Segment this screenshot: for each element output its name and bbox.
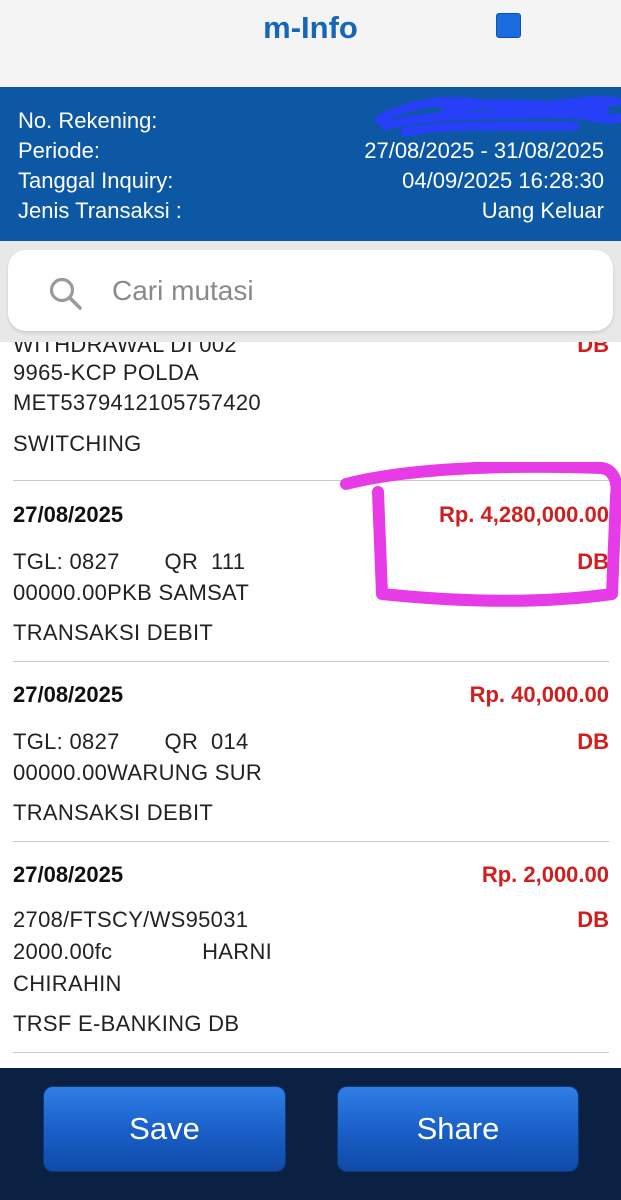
transaction-description: TGL: 0827 QR 014 [13, 729, 249, 754]
transaction-description: MET5379412105757420 [13, 390, 261, 415]
app-title: m-Info [263, 10, 358, 45]
transaction-description: 00000.00PKB SAMSAT [13, 580, 250, 605]
transaction-description: 9965-KCP POLDA [13, 360, 200, 385]
transaction-type-badge: DB [577, 907, 609, 932]
search-input[interactable] [112, 268, 592, 314]
transaction-amount: Rp. 40,000.00 [469, 682, 609, 707]
transaction-item[interactable]: 27/08/2025 Rp. 40,000.00 TGL: 0827 QR 01… [13, 662, 609, 842]
transaction-date: 27/08/2025 [13, 502, 124, 527]
redaction-scribble [375, 96, 621, 137]
transaction-description: TRANSAKSI DEBIT [13, 800, 214, 825]
transaction-description: WITHDRAWAL DI 002 [13, 342, 237, 357]
transaction-amount: Rp. 4,280,000.00 [438, 502, 609, 527]
search-area [0, 241, 621, 342]
info-row-period: Periode: 27/08/2025 - 31/08/2025 [18, 136, 604, 166]
transaction-description: TGL: 0827 QR 111 [13, 549, 246, 574]
transaction-type-badge: DB [577, 549, 609, 574]
transaction-description: TRANSAKSI DEBIT [13, 620, 214, 645]
transaction-date: 27/08/2025 [13, 682, 124, 707]
save-button[interactable]: Save [43, 1086, 286, 1172]
info-label: Tanggal Inquiry: [18, 168, 174, 193]
transaction-description: SWITCHING [13, 431, 142, 456]
info-row-transaction-type: Jenis Transaksi : Uang Keluar [18, 196, 604, 226]
transaction-description: 2708/FTSCY/WS95031 [13, 907, 249, 932]
transaction-item[interactable]: 27/08/2025 Rp. 2,000.00 2708/FTSCY/WS950… [13, 842, 609, 1053]
square-icon[interactable] [496, 13, 521, 38]
transaction-type-badge: DB [577, 342, 609, 357]
info-value: 04/09/2025 16:28:30 [402, 168, 604, 193]
top-bar: m-Info [0, 0, 621, 87]
info-label: Jenis Transaksi : [18, 198, 182, 223]
transaction-date: 27/08/2025 [13, 862, 124, 887]
info-label: Periode: [18, 138, 100, 163]
search-box[interactable] [8, 250, 613, 331]
transaction-description: 2000.00fc HARNI [13, 939, 273, 964]
transaction-description: 00000.00WARUNG SUR [13, 760, 263, 785]
info-label: No. Rekening: [18, 108, 158, 133]
info-value: 27/08/2025 - 31/08/2025 [364, 138, 604, 163]
share-button[interactable]: Share [337, 1086, 579, 1172]
transaction-amount: Rp. 2,000.00 [481, 862, 609, 887]
transaction-description: CHIRAHIN [13, 971, 122, 996]
info-value: Uang Keluar [481, 198, 604, 223]
info-row-inquiry-date: Tanggal Inquiry: 04/09/2025 16:28:30 [18, 166, 604, 196]
transaction-list[interactable]: WITHDRAWAL DI 002 DB 9965-KCP POLDA MET5… [0, 342, 621, 1068]
transaction-description: TRSF E-BANKING DB [13, 1011, 240, 1036]
transaction-type-badge: DB [577, 729, 609, 754]
transaction-item[interactable]: WITHDRAWAL DI 002 DB 9965-KCP POLDA MET5… [13, 342, 609, 481]
transaction-item[interactable]: 27/08/2025 Rp. 4,280,000.00 TGL: 0827 QR… [13, 482, 609, 662]
bottom-action-bar: Save Share [0, 1068, 621, 1200]
search-icon [49, 277, 82, 310]
